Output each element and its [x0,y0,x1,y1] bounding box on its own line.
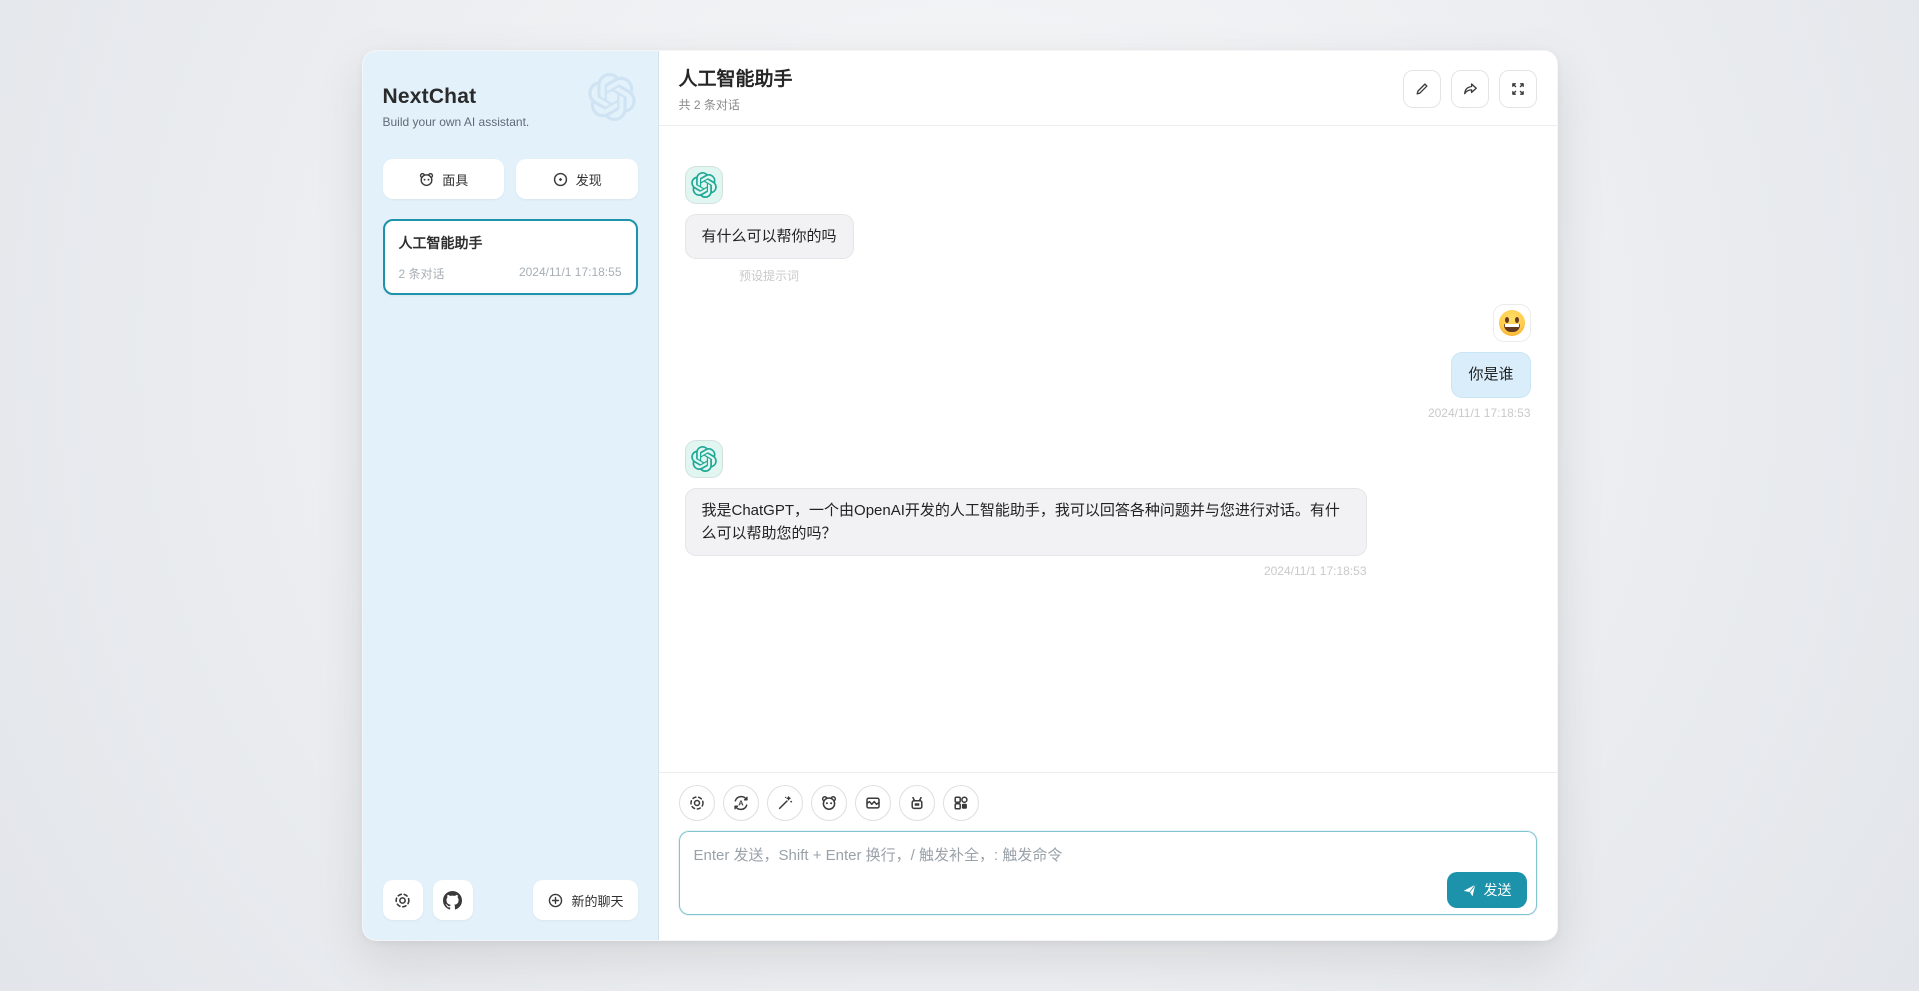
chat-header: 人工智能助手 共 2 条对话 [659,51,1557,126]
mask-icon [820,794,838,812]
github-button[interactable] [433,880,473,920]
session-list: 人工智能助手 2 条对话 2024/11/1 17:18:55 [383,219,638,880]
openai-logo-watermark-icon [588,73,636,121]
sidebar-nav: 面具 发现 [383,159,638,199]
new-chat-label: 新的聊天 [571,891,623,910]
chat-panel: 人工智能助手 共 2 条对话 [659,51,1557,940]
assistant-avatar [685,440,723,478]
message-input[interactable] [679,831,1537,915]
rename-button[interactable] [1403,70,1441,108]
sidebar: NextChat Build your own AI assistant. 面具… [363,51,659,940]
discover-button-label: 发现 [576,170,602,189]
user-avatar [1493,304,1531,342]
discover-button[interactable]: 发现 [516,159,638,199]
settings-button[interactable] [383,880,423,920]
input-area: 发送 [659,831,1557,940]
mask-icon [418,171,435,188]
chat-toolbar: A [659,773,1557,831]
svg-text:A: A [738,799,744,808]
sidebar-footer: 新的聊天 [383,880,638,920]
send-button[interactable]: 发送 [1447,872,1527,908]
paper-plane-icon [1462,883,1477,898]
robot-icon [908,794,926,812]
nextchat-window: NextChat Build your own AI assistant. 面具… [362,50,1558,941]
model-settings-button[interactable] [679,785,715,821]
sidebar-header: NextChat Build your own AI assistant. [383,71,638,129]
clear-context-button[interactable] [855,785,891,821]
share-button[interactable] [1451,70,1489,108]
session-item-selected[interactable]: 人工智能助手 2 条对话 2024/11/1 17:18:55 [383,219,638,295]
magic-wand-icon [776,794,794,812]
composer: A [659,772,1557,940]
assistant-message: 有什么可以帮你的吗 预设提示词 [685,166,1531,284]
masks-button-label: 面具 [442,170,468,189]
clear-box-icon [864,794,882,812]
masks-button[interactable]: 面具 [383,159,505,199]
user-message: 你是谁 2024/11/1 17:18:53 [685,304,1531,419]
send-button-label: 发送 [1484,880,1512,900]
message-timestamp: 2024/11/1 17:18:53 [1428,406,1531,420]
session-title: 人工智能助手 [399,233,622,253]
prompt-button[interactable] [767,785,803,821]
grid-icon [952,794,970,812]
shortcuts-button[interactable] [943,785,979,821]
gear-icon [393,891,412,910]
model-select-button[interactable] [899,785,935,821]
discover-icon [552,171,569,188]
gear-icon [688,794,706,812]
message-timestamp: 2024/11/1 17:18:53 [685,564,1367,578]
session-timestamp: 2024/11/1 17:18:55 [519,265,622,282]
message-list[interactable]: 有什么可以帮你的吗 预设提示词 你是谁 2024/11/1 17:18:53 [659,126,1557,772]
openai-logo-icon [691,172,717,198]
new-chat-button[interactable]: 新的聊天 [533,880,637,920]
message-bubble[interactable]: 有什么可以帮你的吗 [685,214,854,259]
chat-subtitle: 共 2 条对话 [679,96,1403,113]
preset-prompt-label: 预设提示词 [685,267,854,284]
smiley-emoji-icon [1499,310,1525,336]
chat-title[interactable]: 人工智能助手 [679,64,1403,91]
message-bubble[interactable]: 我是ChatGPT，一个由OpenAI开发的人工智能助手，我可以回答各种问题并与… [685,488,1367,557]
session-message-count: 2 条对话 [399,265,445,282]
chat-header-actions [1403,70,1537,108]
message-bubble[interactable]: 你是谁 [1451,352,1530,397]
fullscreen-icon [1510,81,1526,97]
github-icon [443,891,462,910]
theme-button[interactable]: A [723,785,759,821]
share-icon [1462,81,1478,97]
openai-logo-icon [691,446,717,472]
fullscreen-button[interactable] [1499,70,1537,108]
session-meta: 2 条对话 2024/11/1 17:18:55 [399,265,622,282]
pencil-icon [1414,81,1430,97]
auto-theme-icon: A [732,794,750,812]
assistant-avatar [685,166,723,204]
mask-button[interactable] [811,785,847,821]
assistant-message: 我是ChatGPT，一个由OpenAI开发的人工智能助手，我可以回答各种问题并与… [685,440,1531,579]
plus-circle-icon [547,892,564,909]
